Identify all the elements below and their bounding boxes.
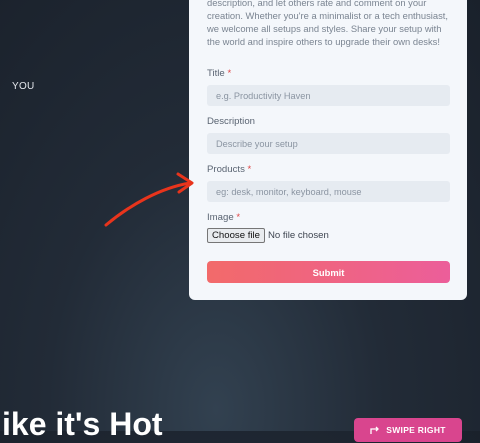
products-label: Products * <box>207 164 252 175</box>
image-file-picker: Choose file No file chosen <box>207 228 329 243</box>
submit-button[interactable]: Submit <box>207 261 450 283</box>
description-input[interactable] <box>207 133 450 154</box>
no-file-text: No file chosen <box>268 230 329 241</box>
annotation-arrow-icon <box>104 172 194 227</box>
image-label: Image * <box>207 212 241 223</box>
form-intro-text: description, and let others rate and com… <box>207 0 448 47</box>
swipe-arrow-icon <box>370 426 380 434</box>
choose-file-button[interactable]: Choose file <box>207 228 265 243</box>
share-setup-form: description, and let others rate and com… <box>189 0 467 300</box>
description-label: Description <box>207 116 255 127</box>
hero-headline: ike it's Hot <box>2 406 163 442</box>
swipe-right-button[interactable]: SWIPE RIGHT <box>354 418 462 442</box>
side-label: YOU <box>12 81 35 92</box>
title-label: Title * <box>207 68 232 79</box>
required-mark: * <box>247 164 252 175</box>
required-mark: * <box>236 212 241 223</box>
products-input[interactable] <box>207 181 450 202</box>
required-mark: * <box>227 68 232 79</box>
swipe-right-label: SWIPE RIGHT <box>386 425 446 435</box>
title-input[interactable] <box>207 85 450 106</box>
